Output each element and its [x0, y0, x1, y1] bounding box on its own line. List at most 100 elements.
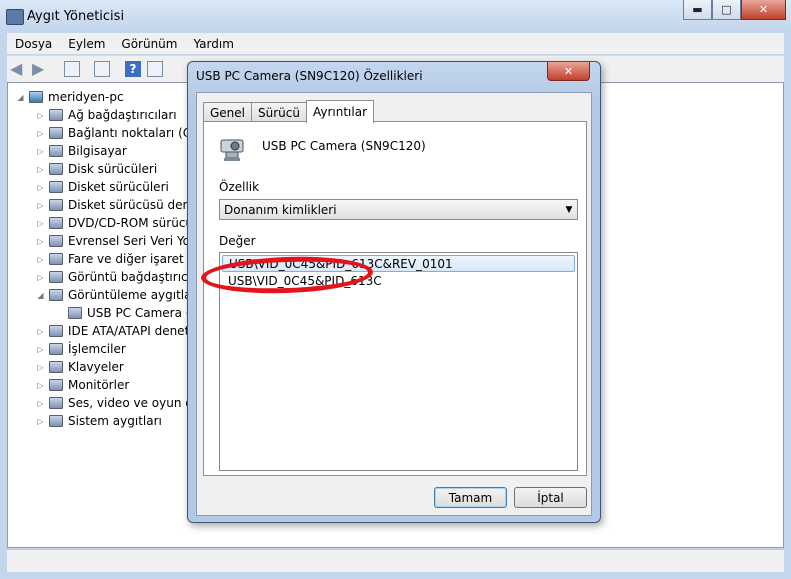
tree-item-computer[interactable]: ▷ Bilgisayar: [36, 142, 127, 160]
tree-item-label: Görüntü bağdaştırıcılar: [68, 270, 207, 284]
network-adapter-icon: [49, 109, 63, 121]
expand-icon[interactable]: ▷: [36, 363, 45, 372]
collapse-icon[interactable]: ◢: [36, 291, 45, 300]
expand-icon[interactable]: ▷: [36, 255, 45, 264]
expand-icon[interactable]: ▷: [36, 183, 45, 192]
maximize-button[interactable]: □: [712, 0, 741, 20]
menu-eylem[interactable]: Eylem: [60, 37, 113, 51]
dvd-drive-icon: [49, 217, 63, 229]
expand-icon[interactable]: ▷: [36, 327, 45, 336]
expand-icon[interactable]: ▷: [36, 273, 45, 282]
dialog-title: USB PC Camera (SN9C120) Özellikleri: [196, 69, 423, 83]
cancel-button[interactable]: İptal: [514, 487, 587, 508]
tree-item-label: İşlemciler: [68, 342, 126, 356]
tab-ayrintilar[interactable]: Ayrıntılar: [305, 100, 375, 123]
tree-item-system[interactable]: ▷ Sistem aygıtları: [36, 412, 162, 430]
dialog-body: Genel Sürücü Ayrıntılar USB PC Camera (S…: [196, 92, 592, 516]
expand-icon[interactable]: ▷: [36, 165, 45, 174]
expand-icon[interactable]: ▷: [36, 399, 45, 408]
close-button[interactable]: ✕: [741, 0, 786, 20]
disk-drive-icon: [49, 163, 63, 175]
sound-icon: [49, 397, 63, 409]
tree-root[interactable]: ◢ meridyen-pc: [16, 88, 124, 106]
properties-icon[interactable]: [94, 61, 110, 77]
tree-item-keyboards[interactable]: ▷ Klavyeler: [36, 358, 124, 376]
forward-arrow-icon[interactable]: ▶: [32, 61, 48, 77]
tree-item-label: Disket sürücüsü denet: [68, 198, 203, 212]
menu-bar: Dosya Eylem Görünüm Yardım: [7, 33, 784, 54]
camera-icon: [68, 307, 82, 319]
title-bar[interactable]: Aygıt Yöneticisi ▬ □ ✕: [0, 0, 791, 32]
usb-controller-icon: [49, 235, 63, 247]
status-bar: [7, 549, 784, 572]
tree-item-mouse[interactable]: ▷ Fare ve diğer işaret ayg: [36, 250, 209, 268]
tree-item-label: Disket sürücüleri: [68, 180, 169, 194]
tree-item-monitors[interactable]: ▷ Monitörler: [36, 376, 129, 394]
imaging-device-icon: [49, 289, 63, 301]
floppy-drive-icon: [49, 181, 63, 193]
help-icon[interactable]: ?: [125, 61, 141, 77]
tree-item-processors[interactable]: ▷ İşlemciler: [36, 340, 126, 358]
menu-dosya[interactable]: Dosya: [7, 37, 60, 51]
ok-button[interactable]: Tamam: [434, 487, 507, 508]
computer-icon: [49, 145, 63, 157]
expand-icon[interactable]: ▷: [36, 381, 45, 390]
collapse-icon[interactable]: ◢: [16, 93, 25, 102]
list-item[interactable]: USB\VID_0C45&PID_613C&REV_0101: [222, 255, 575, 272]
tree-item-dvd[interactable]: ▷ DVD/CD-ROM sürücü: [36, 214, 193, 232]
tree-item-display[interactable]: ▷ Görüntü bağdaştırıcılar: [36, 268, 207, 286]
show-hide-tree-icon[interactable]: [64, 61, 80, 77]
expand-icon[interactable]: ▷: [36, 219, 45, 228]
ide-controller-icon: [49, 325, 63, 337]
expand-icon[interactable]: ▷: [36, 417, 45, 426]
property-dropdown[interactable]: Donanım kimlikleri ▼: [219, 199, 578, 220]
dialog-close-button[interactable]: ✕: [547, 62, 590, 81]
tree-item-label: IDE ATA/ATAPI denetl: [68, 324, 193, 338]
properties-dialog: USB PC Camera (SN9C120) Özellikleri ✕ Ge…: [187, 61, 601, 523]
tree-item-label: DVD/CD-ROM sürücü: [68, 216, 194, 230]
tree-item-label: Bilgisayar: [68, 144, 127, 158]
list-item[interactable]: USB\VID_0C45&PID_613C: [222, 272, 575, 289]
system-device-icon: [49, 415, 63, 427]
tab-surucu[interactable]: Sürücü: [251, 102, 307, 122]
tree-item-label: Monitörler: [68, 378, 130, 392]
port-icon: [49, 127, 63, 139]
floppy-controller-icon: [49, 199, 63, 211]
monitor-icon: [49, 379, 63, 391]
property-dropdown-value: Donanım kimlikleri: [224, 202, 337, 217]
tab-strip: Genel Sürücü Ayrıntılar: [203, 100, 375, 123]
tree-item-disk[interactable]: ▷ Disk sürücüleri: [36, 160, 157, 178]
tree-item-label: Sistem aygıtları: [68, 414, 162, 428]
device-name: USB PC Camera (SN9C120): [262, 139, 426, 153]
expand-icon[interactable]: ▷: [36, 129, 45, 138]
tree-item-label: Ağ bağdaştırıcıları: [68, 108, 177, 122]
property-label: Özellik: [219, 180, 260, 194]
chevron-down-icon[interactable]: ▼: [561, 205, 577, 215]
update-driver-icon[interactable]: [147, 61, 163, 77]
tree-item-floppy-controller[interactable]: ▷ Disket sürücüsü denet: [36, 196, 202, 214]
menu-gorunum[interactable]: Görünüm: [113, 37, 185, 51]
tree-item-network[interactable]: ▷ Ağ bağdaştırıcıları: [36, 106, 177, 124]
camera-icon: [220, 139, 244, 161]
value-list[interactable]: USB\VID_0C45&PID_613C&REV_0101 USB\VID_0…: [219, 252, 578, 471]
expand-icon[interactable]: ▷: [36, 237, 45, 246]
tree-item-ide[interactable]: ▷ IDE ATA/ATAPI denetl: [36, 322, 193, 340]
tree-item-floppy[interactable]: ▷ Disket sürücüleri: [36, 178, 169, 196]
tree-item-ports[interactable]: ▷ Bağlantı noktaları (COM: [36, 124, 211, 142]
tree-item-label: Klavyeler: [68, 360, 124, 374]
value-label: Değer: [219, 234, 256, 248]
expand-icon[interactable]: ▷: [36, 111, 45, 120]
expand-icon[interactable]: ▷: [36, 345, 45, 354]
tree-root-label: meridyen-pc: [48, 90, 124, 104]
expand-icon[interactable]: ▷: [36, 147, 45, 156]
tree-item-imaging[interactable]: ◢ Görüntüleme aygıtları: [36, 286, 199, 304]
device-manager-icon: [6, 9, 24, 25]
tree-item-label: Disk sürücüleri: [68, 162, 158, 176]
tree-item-sound[interactable]: ▷ Ses, video ve oyun den: [36, 394, 207, 412]
tree-item-usb[interactable]: ▷ Evrensel Seri Veri Yolu: [36, 232, 201, 250]
minimize-button[interactable]: ▬: [683, 0, 712, 20]
menu-yardim[interactable]: Yardım: [185, 37, 241, 51]
expand-icon[interactable]: ▷: [36, 201, 45, 210]
back-arrow-icon[interactable]: ◀: [10, 61, 26, 77]
tab-genel[interactable]: Genel: [203, 102, 253, 122]
